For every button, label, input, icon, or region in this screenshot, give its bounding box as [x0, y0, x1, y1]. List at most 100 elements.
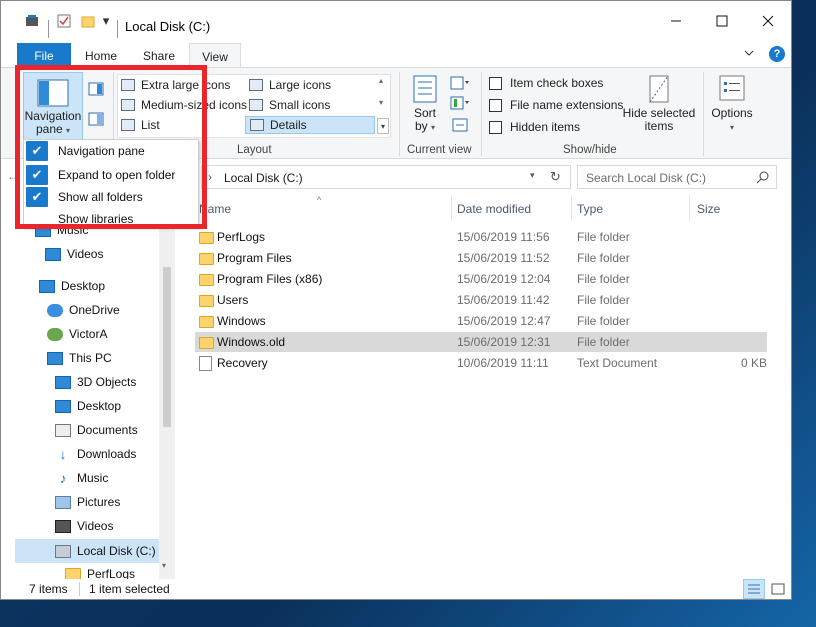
details-view-icon	[748, 584, 760, 594]
app-icon[interactable]	[23, 1, 43, 41]
table-row[interactable]: Recovery 10/06/2019 11:11 Text Document …	[195, 353, 767, 373]
tab-file[interactable]: File	[17, 43, 71, 67]
nav-item-desktop[interactable]: Desktop	[55, 399, 121, 413]
table-row[interactable]: Users 15/06/2019 11:42 File folder	[195, 290, 767, 310]
maximize-button[interactable]	[699, 1, 745, 41]
checkbox-unchecked	[489, 120, 502, 134]
nav-pane-scrollbar[interactable]: ▾	[159, 223, 175, 579]
explorer-window: ▾ Local Disk (C:) File Home Share View ?…	[0, 0, 792, 600]
table-row[interactable]: Program Files 15/06/2019 11:52 File fold…	[195, 248, 767, 268]
nav-item-downloads[interactable]: ↓ Downloads	[55, 445, 137, 462]
table-row[interactable]: Windows 15/06/2019 12:47 File folder	[195, 311, 767, 331]
nav-item-desktop-root[interactable]: Desktop	[39, 279, 105, 293]
add-columns-button[interactable]	[449, 96, 471, 112]
options-button[interactable]: Options ▾	[707, 74, 757, 140]
details-view-button[interactable]	[743, 579, 765, 599]
file-type: File folder	[577, 314, 630, 328]
group-label-show-hide: Show/hide	[563, 144, 617, 156]
minimize-button[interactable]	[653, 1, 699, 41]
file-name: Program Files (x86)	[217, 272, 323, 286]
file-type: File folder	[577, 272, 630, 286]
search-input[interactable]: Search Local Disk (C:)	[586, 171, 706, 185]
file-date: 15/06/2019 12:31	[457, 335, 551, 349]
documents-icon	[55, 423, 71, 437]
chevron-down-icon	[744, 50, 754, 56]
small-icons-icon	[249, 99, 263, 111]
properties-quick-button[interactable]	[55, 1, 73, 41]
collapse-ribbon-button[interactable]	[739, 41, 759, 65]
layout-large-icons[interactable]: Large icons	[249, 78, 331, 92]
column-header-size[interactable]: Size	[697, 195, 720, 221]
nav-item-onedrive[interactable]: OneDrive	[47, 303, 120, 317]
table-row[interactable]: Program Files (x86) 15/06/2019 12:04 Fil…	[195, 269, 767, 289]
file-date: 15/06/2019 12:47	[457, 314, 551, 328]
hidden-items-toggle[interactable]: Hidden items	[489, 120, 580, 134]
sort-by-button[interactable]: Sort by ▾	[407, 74, 443, 140]
nav-item-videos[interactable]: Videos	[45, 247, 103, 261]
layout-more-button[interactable]: ▾	[377, 118, 389, 134]
file-type: File folder	[577, 335, 630, 349]
folder-icon	[199, 315, 214, 328]
details-icon	[250, 119, 264, 131]
nav-item-local-disk[interactable]: Local Disk (C:)	[15, 539, 175, 563]
nav-item-user[interactable]: VictorA	[47, 327, 107, 341]
item-check-boxes-toggle[interactable]: Item check boxes	[489, 76, 603, 90]
group-separator	[399, 72, 400, 156]
address-bar[interactable]: › Local Disk (C:) ▾ ↻	[201, 165, 571, 189]
layout-scroll-up[interactable]: ▴	[379, 76, 383, 85]
address-dropdown-button[interactable]: ▾	[530, 170, 535, 181]
nav-item-pictures[interactable]: Pictures	[55, 495, 120, 509]
layout-small-icons[interactable]: Small icons	[249, 98, 330, 112]
file-date: 10/06/2019 11:11	[457, 356, 549, 370]
group-by-icon	[450, 76, 469, 90]
nav-item-documents[interactable]: Documents	[55, 423, 138, 437]
pictures-icon	[55, 495, 71, 509]
refresh-button[interactable]: ↻	[550, 169, 561, 185]
large-icons-view-button[interactable]	[767, 579, 789, 599]
search-box[interactable]: Search Local Disk (C:)	[577, 165, 777, 189]
hide-selected-items-button[interactable]: Hide selected items	[621, 74, 697, 140]
file-name-extensions-toggle[interactable]: File name extensions	[489, 98, 623, 112]
status-selected: 1 item selected	[89, 582, 170, 596]
column-separator[interactable]	[689, 195, 690, 221]
file-date: 15/06/2019 11:42	[457, 293, 550, 307]
layout-scroll-down[interactable]: ▾	[379, 98, 383, 107]
file-date: 15/06/2019 11:52	[457, 251, 550, 265]
table-row-selected[interactable]: Windows.old 15/06/2019 12:31 File folder	[195, 332, 767, 352]
column-header-type[interactable]: Type	[577, 195, 603, 221]
scroll-down-arrow[interactable]: ▾	[162, 561, 166, 570]
folder-icon	[199, 336, 214, 349]
search-icon	[756, 171, 769, 184]
tab-home[interactable]: Home	[73, 43, 129, 67]
nav-pane-scroll-thumb[interactable]	[163, 267, 171, 427]
desktop-icon	[55, 399, 71, 413]
help-button[interactable]: ?	[769, 46, 785, 62]
nav-item-this-pc[interactable]: This PC	[47, 351, 112, 365]
videos-icon	[45, 247, 61, 261]
navigation-pane: Music Videos Desktop OneDrive VictorA Th…	[15, 223, 175, 579]
explorer-icon	[26, 15, 38, 26]
nav-item-music-pc[interactable]: ♪ Music	[55, 471, 109, 486]
close-button[interactable]	[745, 1, 791, 41]
new-folder-quick-button[interactable]	[79, 1, 97, 41]
group-by-button[interactable]	[449, 76, 471, 92]
add-columns-icon	[450, 96, 469, 110]
file-type: File folder	[577, 230, 630, 244]
nav-item-videos-pc[interactable]: Videos	[55, 519, 113, 533]
status-bar: 7 items 1 item selected	[1, 579, 791, 599]
size-columns-button[interactable]	[449, 118, 471, 134]
column-separator[interactable]	[451, 195, 452, 221]
layout-details[interactable]: Details	[245, 116, 375, 134]
column-separator[interactable]	[571, 195, 572, 221]
user-icon	[47, 327, 63, 341]
table-row[interactable]: PerfLogs 15/06/2019 11:56 File folder	[195, 227, 767, 247]
nav-item-perflogs[interactable]: PerfLogs	[65, 567, 135, 579]
size-columns-icon	[452, 118, 468, 132]
column-header-date[interactable]: Date modified	[457, 195, 531, 221]
nav-item-3d-objects[interactable]: 3D Objects	[55, 375, 136, 389]
tab-share[interactable]: Share	[131, 43, 187, 67]
quick-access-customize-button[interactable]: ▾	[99, 1, 113, 41]
folder-icon	[199, 231, 214, 244]
file-name: Program Files	[217, 251, 292, 265]
download-arrow-icon: ↓	[59, 445, 67, 462]
